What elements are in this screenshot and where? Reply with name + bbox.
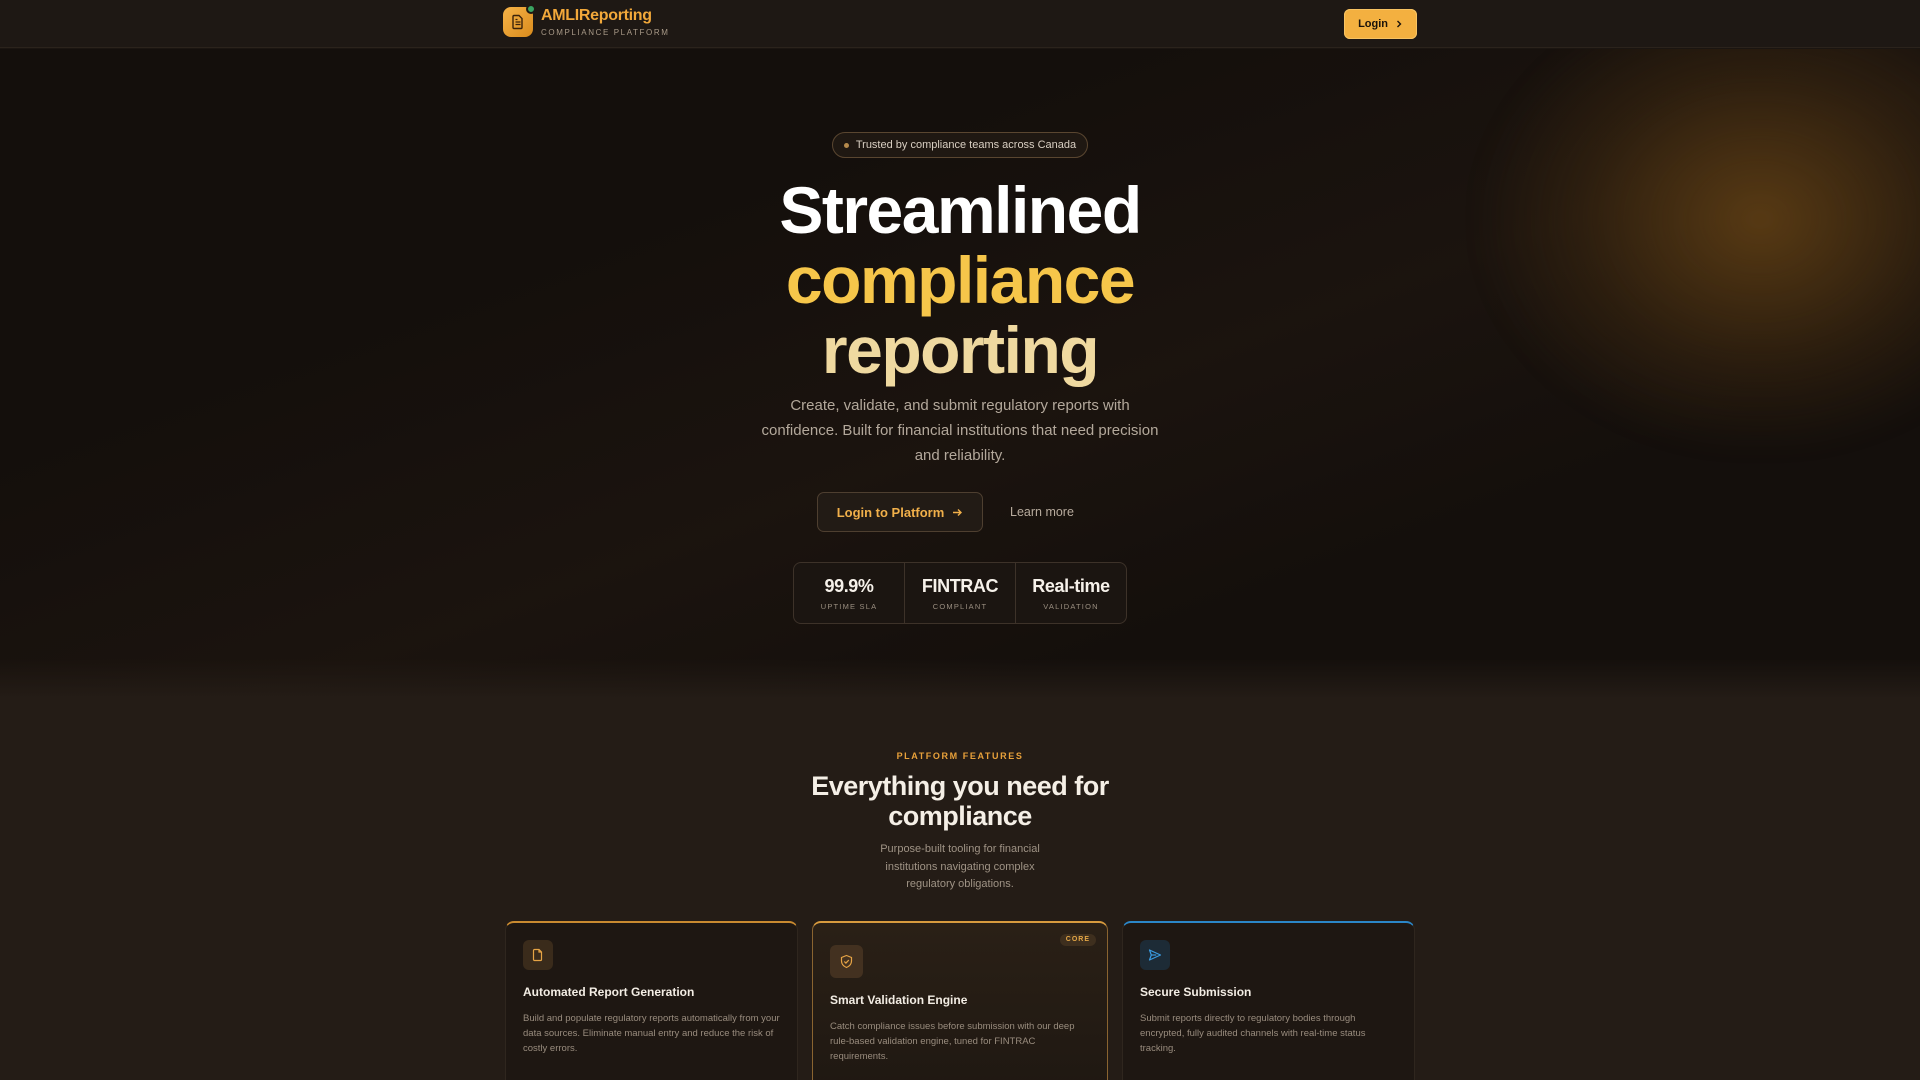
stat-value: FINTRAC <box>921 575 999 596</box>
card-icon-wrapper <box>830 945 863 978</box>
hero-title-line-3: reporting <box>821 313 1100 387</box>
card-text: Catch compliance issues before submissio… <box>830 1021 1075 1062</box>
stat-fintrac: FINTRAC COMPLIANT <box>904 563 1015 623</box>
features-eyebrow: PLATFORM FEATURES <box>896 751 1024 761</box>
trust-dot-icon <box>843 142 849 148</box>
features-title: Everything you need for compliance <box>811 771 1109 831</box>
stat-label: UPTIME SLA <box>820 601 878 611</box>
nav-login-label: Login <box>1358 18 1388 30</box>
features-description: Purpose-built tooling for financial inst… <box>880 843 1040 890</box>
logo-document-icon <box>503 4 536 37</box>
navbar: AMLIReporting COMPLIANCE PLATFORM Login <box>0 0 1920 48</box>
chevron-right-icon <box>1397 20 1402 28</box>
hero-title-line-2: compliance <box>785 243 1136 317</box>
stat-label: COMPLIANT <box>932 601 988 611</box>
document-icon <box>532 948 543 962</box>
hero-bottom-fade <box>0 659 1920 699</box>
feature-card-report-generation[interactable]: Automated Report Generation Build and po… <box>505 921 798 1080</box>
hero-background-glow <box>1480 49 1920 449</box>
feature-card-validation-engine[interactable]: CORE Smart Validation Engine Catch compl… <box>812 921 1108 1080</box>
stats-panel: 99.9% UPTIME SLA FINTRAC COMPLIANT Real-… <box>793 562 1127 624</box>
learn-more-link[interactable]: Learn more <box>1010 492 1074 532</box>
document-icon <box>512 14 523 30</box>
shield-check-icon <box>840 954 853 969</box>
status-dot <box>526 4 536 14</box>
features-section: PLATFORM FEATURES Everything you need fo… <box>0 699 1920 1080</box>
stat-realtime: Real-time VALIDATION <box>1015 563 1126 623</box>
hero-title: Streamlined compliance reporting <box>660 175 1260 385</box>
card-title: Smart Validation Engine <box>830 993 968 1007</box>
trust-badge-text: Trusted by compliance teams across Canad… <box>855 139 1077 151</box>
card-text: Build and populate regulatory reports au… <box>523 1013 780 1054</box>
hero-section: Trusted by compliance teams across Canad… <box>0 49 1920 699</box>
login-to-platform-button[interactable]: Login to Platform <box>817 492 983 532</box>
arrow-right-icon <box>953 508 963 516</box>
stat-value: Real-time <box>1032 575 1110 596</box>
trust-badge: Trusted by compliance teams across Canad… <box>832 132 1088 158</box>
card-icon-wrapper <box>1140 940 1170 970</box>
brand-text: AMLIReporting COMPLIANCE PLATFORM <box>541 6 670 37</box>
brand-name: AMLIReporting <box>541 6 652 24</box>
stat-label: VALIDATION <box>1043 601 1099 611</box>
navbar-inner: AMLIReporting COMPLIANCE PLATFORM Login <box>503 0 1417 48</box>
feature-card-secure-submission[interactable]: Secure Submission Submit reports directl… <box>1122 921 1415 1080</box>
brand-logo[interactable]: AMLIReporting COMPLIANCE PLATFORM <box>503 4 670 37</box>
send-icon <box>1148 949 1162 961</box>
stat-uptime: 99.9% UPTIME SLA <box>794 563 904 623</box>
brand-tagline: COMPLIANCE PLATFORM <box>541 27 670 37</box>
core-badge: CORE <box>1059 934 1096 946</box>
card-title: Secure Submission <box>1140 985 1252 999</box>
card-title: Automated Report Generation <box>523 985 695 999</box>
hero-description: Create, validate, and submit regulatory … <box>761 397 1159 464</box>
hero-title-line-1: Streamlined <box>779 173 1142 247</box>
stat-value: 99.9% <box>824 575 874 596</box>
card-text: Submit reports directly to regulatory bo… <box>1140 1013 1366 1054</box>
nav-login-button[interactable]: Login <box>1344 9 1417 39</box>
page: AMLIReporting COMPLIANCE PLATFORM Login … <box>0 0 1920 1080</box>
login-to-platform-label: Login to Platform <box>836 504 945 520</box>
card-icon-wrapper <box>523 940 553 970</box>
